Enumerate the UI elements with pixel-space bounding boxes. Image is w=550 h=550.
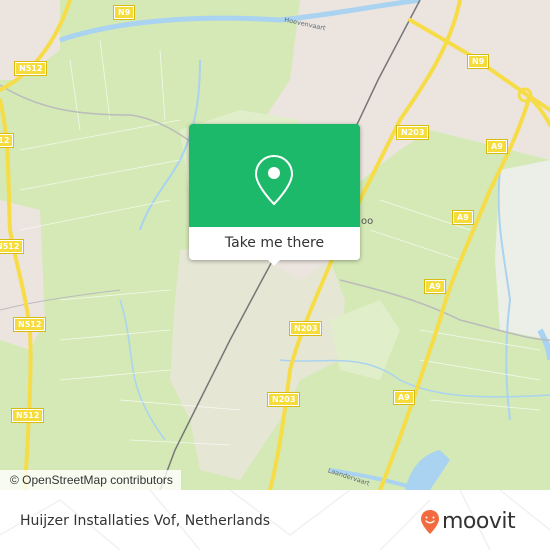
map-attribution[interactable]: © OpenStreetMap contributors [0, 470, 181, 490]
footer-bar: Huijzer Installaties Vof, Netherlands mo… [0, 490, 550, 550]
road-shield-a9: A9 [452, 210, 474, 225]
waterway [119, 299, 166, 441]
road-shield-a9: A9 [424, 279, 446, 294]
road-shield-n512: N512 [0, 239, 25, 254]
road-shield-n512: N512 [13, 61, 48, 76]
lake [405, 450, 450, 490]
take-me-there-button[interactable]: Take me there [189, 227, 360, 260]
road-shield-a9: A9 [486, 139, 508, 154]
road-shield-n203: N203 [395, 125, 430, 140]
map-pin-icon [254, 154, 294, 206]
place-label: oo [361, 216, 374, 227]
road-shield-n512: N512 [12, 317, 47, 332]
map-view[interactable]: N9 N9 N512 N512 N512 N512 N512 N203 N203… [0, 0, 550, 490]
location-popup[interactable]: Take me there [189, 124, 360, 266]
moovit-logo[interactable]: moovit [420, 507, 516, 537]
moovit-wordmark: moovit [442, 509, 516, 534]
road-shield-n9: N9 [112, 5, 136, 20]
moovit-pin-icon [421, 510, 439, 534]
popup-header[interactable] [189, 124, 360, 227]
road-shield-n203: N203 [266, 392, 301, 407]
road-shield-n9: N9 [466, 54, 490, 69]
road-shield-n203: N203 [288, 321, 323, 336]
place-name: Huijzer Installaties Vof, Netherlands [20, 513, 271, 529]
road-shield-n512: N512 [10, 408, 45, 423]
popup-pointer [267, 259, 281, 266]
urban-area-center [170, 240, 345, 480]
road-shield-a9: A9 [393, 390, 415, 405]
road-shield-n512: N512 [0, 133, 15, 148]
